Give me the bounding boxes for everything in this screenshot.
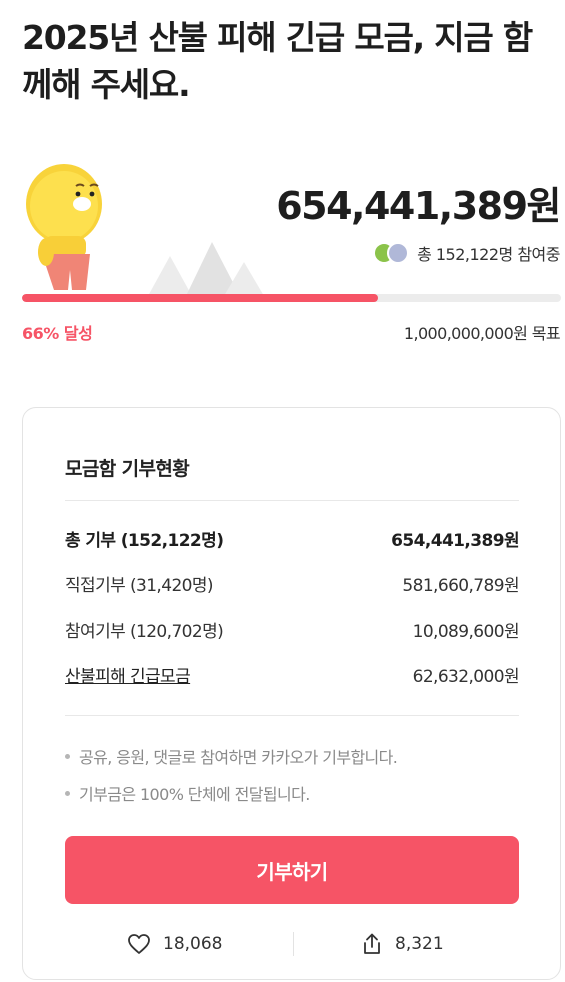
row-label: 총 기부 (152,122명): [65, 531, 224, 551]
divider: [293, 932, 294, 956]
donate-button[interactable]: 기부하기: [65, 836, 519, 904]
heart-icon: [128, 934, 150, 954]
row-value: 10,089,600원: [412, 622, 520, 642]
divider: [65, 500, 519, 501]
fundraising-summary: 654,441,389원 총 152,122명 참여중: [0, 150, 565, 310]
row-label: 직접기부 (31,420명): [65, 576, 214, 596]
participants-count: 총 152,122명 참여중: [417, 245, 560, 264]
note-item: 기부금은 100% 단체에 전달됩니다.: [65, 781, 310, 805]
status-row-direct: 직접기부 (31,420명) 581,660,789원: [65, 571, 520, 596]
avatar: [387, 242, 410, 264]
like-button[interactable]: 18,068: [127, 924, 222, 964]
page-title: 2025년 산불 피해 긴급 모금, 지금 함께해 주세요.: [22, 18, 533, 104]
card-title: 모금함 기부현황: [65, 458, 190, 480]
donation-status-card: 모금함 기부현황 총 기부 (152,122명) 654,441,389원 직접…: [22, 407, 561, 980]
participants-summary: 총 152,122명 참여중: [373, 240, 560, 266]
progress-percent: 66% 달성: [22, 324, 93, 343]
participant-avatars: [373, 242, 410, 264]
raised-amount: 654,441,389원: [276, 184, 561, 228]
status-row-total: 총 기부 (152,122명) 654,441,389원: [65, 526, 520, 551]
row-value: 654,441,389원: [391, 531, 519, 551]
bullet-icon: [65, 753, 70, 759]
share-icon: [364, 933, 380, 954]
note-item: 공유, 응원, 댓글로 참여하면 카카오가 기부합니다.: [65, 744, 398, 768]
mascot-illustration: [26, 164, 102, 290]
row-value: 581,660,789원: [402, 576, 519, 596]
mountain-illustration: [148, 242, 264, 296]
share-count: 8,321: [395, 934, 444, 954]
share-button[interactable]: 8,321: [361, 924, 444, 964]
row-value: 62,632,000원: [412, 667, 520, 687]
status-row-campaign: 산불피해 긴급모금 62,632,000원: [65, 662, 520, 687]
like-count: 18,068: [163, 934, 223, 954]
note-text: 기부금은 100% 단체에 전달됩니다.: [79, 785, 310, 804]
status-row-participation: 참여기부 (120,702명) 10,089,600원: [65, 617, 520, 642]
divider: [65, 715, 519, 716]
bullet-icon: [65, 790, 70, 796]
progress-bar: [22, 294, 561, 302]
note-text: 공유, 응원, 댓글로 참여하면 카카오가 기부합니다.: [79, 748, 398, 767]
campaign-link[interactable]: 산불피해 긴급모금: [65, 662, 191, 687]
goal-amount: 1,000,000,000원 목표: [403, 324, 561, 343]
row-label: 참여기부 (120,702명): [65, 622, 224, 642]
action-bar: 18,068 8,321: [23, 924, 562, 964]
progress-fill: [22, 294, 378, 302]
